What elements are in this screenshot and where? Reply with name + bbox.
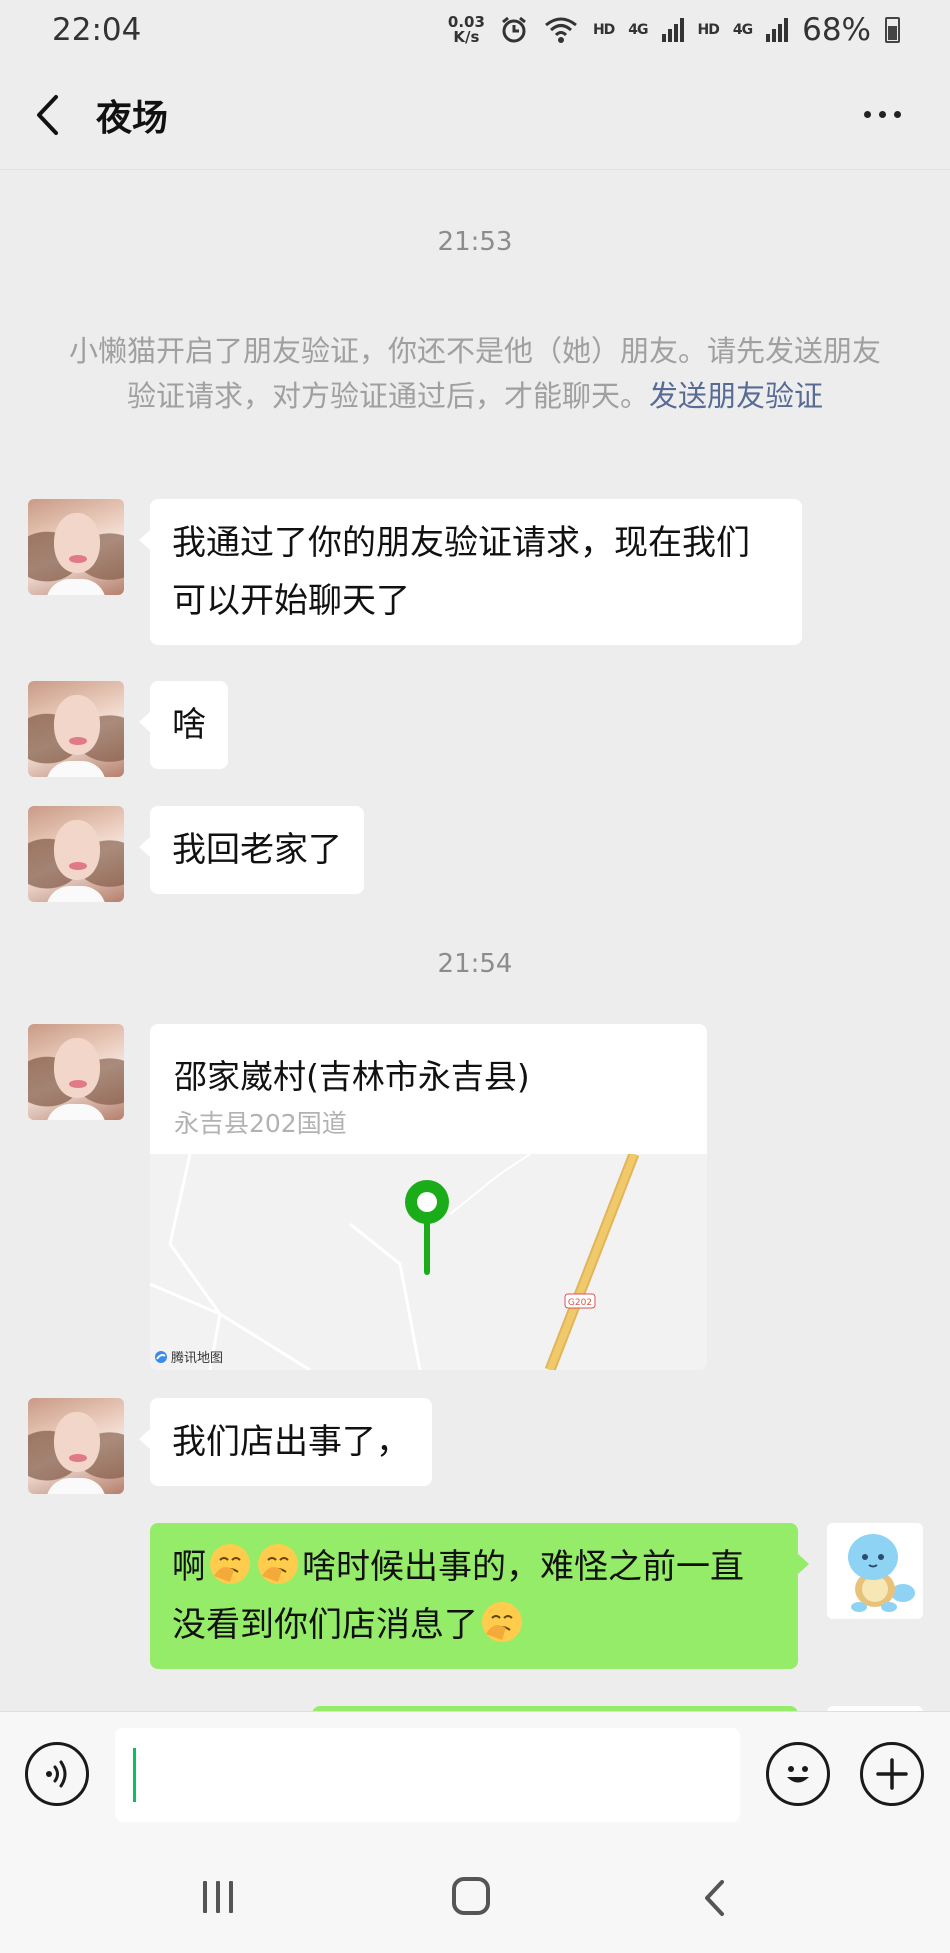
plus-icon [876,1758,908,1790]
contact-avatar[interactable] [28,681,124,777]
more-icon-dot [878,111,886,118]
recent-apps-button[interactable] [203,1881,233,1913]
more-icon-dot [893,111,901,118]
avatar-face [54,695,100,755]
my-message-bubble[interactable]: 啊啥时候出事的，难怪之前一直没看到你们店消息了 [150,1523,809,1669]
battery-percent: 68% [802,12,871,48]
avatar-lips [69,1454,87,1462]
chat-area[interactable]: 21:53 小懒猫开启了朋友验证，你还不是他（她）朋友。请先发送朋友验证请求，对… [0,171,950,1711]
plus-button[interactable] [860,1742,924,1806]
contact-avatar[interactable] [28,806,124,902]
input-bar [0,1711,950,1839]
message-bubble[interactable]: 我通过了你的朋友验证请求，现在我们可以开始聊天了 [139,499,802,645]
network-speed-unit: K/s [453,28,480,46]
timestamp: 21:53 [437,227,513,257]
message-bubble[interactable]: 我们店出事了， [139,1398,432,1486]
more-icon [863,111,871,118]
back-arrow-icon [37,94,58,135]
sim1-4g-label: 4G [628,22,648,38]
system-back-icon [705,1880,724,1916]
avatar-face [54,1412,100,1472]
system-message: 小懒猫开启了朋友验证，你还不是他（她）朋友。请先发送朋友验证请求，对方验证通过后… [60,329,890,419]
avatar-lips [69,737,87,745]
squirtle-avatar-icon [827,1523,923,1619]
home-button[interactable] [452,1877,490,1915]
sim1-hd-label: HD [592,22,615,38]
map-credit-text: 腾讯地图 [171,1351,224,1366]
avatar-face [54,513,100,573]
location-address: 永吉县202国道 [174,1109,347,1138]
avatar-face [54,1038,100,1098]
my-avatar[interactable] [827,1523,923,1619]
back-button[interactable] [2,60,92,170]
message-bubble[interactable]: 我回老家了 [139,806,364,894]
message-input[interactable] [115,1728,740,1822]
avatar-face [54,820,100,880]
location-title: 邵家崴村(吉林市永吉县) [174,1057,530,1096]
recent-apps-icon [203,1881,207,1913]
recent-apps-icon-bar [229,1881,233,1913]
road-label: G202 [568,1298,592,1308]
facepalm-emoji-icon [482,1602,522,1642]
wifi-icon [545,17,577,43]
message-bubble[interactable]: 啥 [139,681,228,769]
avatar-lips [69,862,87,870]
location-map: G202 腾讯地图 [150,1152,707,1370]
send-verification-link[interactable]: 发送朋友验证 [649,379,823,413]
voice-icon [46,1760,67,1788]
status-icons: 0.03 K/s HD 4G HD 4G 68% [448,12,900,48]
status-time: 22:04 [52,12,142,48]
status-bar: 22:04 0.03 K/s HD 4G HD 4G 68% [0,0,950,60]
contact-avatar[interactable] [28,499,124,595]
timestamp: 21:54 [437,949,513,979]
sim2-signal-icon [766,18,789,42]
more-button[interactable] [852,85,912,145]
recent-apps-icon-bar [216,1881,220,1913]
avatar-lips [69,555,87,563]
my-message-text-start: 啊 [172,1547,206,1587]
system-back-button[interactable] [702,1879,726,1921]
sim1-signal-icon [661,18,684,42]
contact-avatar[interactable] [28,1398,124,1494]
map-graphic: G202 [150,1152,707,1370]
location-card[interactable]: 邵家崴村(吉林市永吉县) 永吉县202国道 G202 腾讯地图 [150,1024,707,1370]
map-credit: 腾讯地图 [154,1347,223,1366]
contact-avatar[interactable] [28,1024,124,1120]
text-cursor [133,1748,136,1802]
alarm-icon [502,16,526,43]
chat-title: 夜场 [96,97,169,139]
voice-button[interactable] [25,1742,89,1806]
facepalm-emoji-icon [210,1544,250,1584]
facepalm-emoji-icon [258,1544,298,1584]
network-speed: 0.03 K/s [448,15,485,45]
avatar-lips [69,1080,87,1088]
chat-header: 夜场 [0,60,950,170]
emoji-icon [787,1766,809,1783]
tencent-map-logo-icon [155,1350,167,1363]
emoji-button[interactable] [766,1742,830,1806]
battery-icon [885,17,900,43]
sim2-hd-label: HD [697,22,720,38]
system-nav-bar [0,1839,950,1953]
sim2-4g-label: 4G [732,22,753,38]
